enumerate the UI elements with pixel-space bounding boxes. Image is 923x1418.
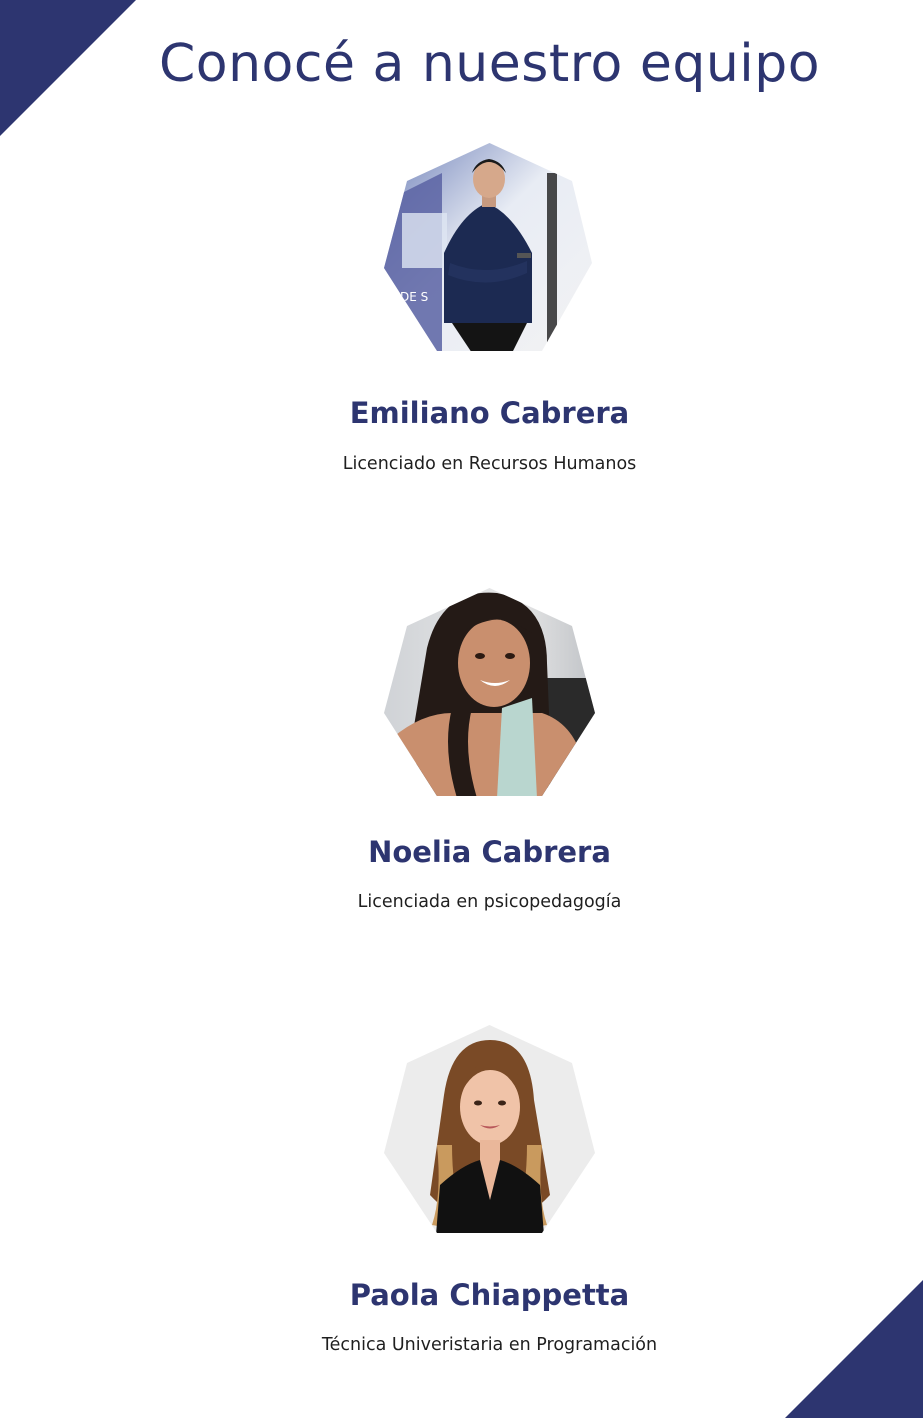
- team-member-card: Paola Chiappetta Técnica Univeristaria e…: [0, 1025, 923, 1385]
- team-member-photo: [382, 1025, 597, 1235]
- team-member-name: Noelia Cabrera: [368, 835, 611, 869]
- photo-sign-text: DE S: [400, 290, 428, 304]
- team-member-card: DE S Emiliano Cabrera Licenciado en Recu…: [0, 143, 923, 503]
- team-member-photo: DE S: [382, 143, 597, 353]
- team-member-role: Licenciada en psicopedagogía: [357, 892, 622, 912]
- team-member-name: Paola Chiappetta: [349, 1278, 630, 1312]
- team-member-role: Licenciado en Recursos Humanos: [342, 454, 637, 474]
- team-member-name: Emiliano Cabrera: [349, 396, 630, 430]
- page-title: Conocé a nuestro equipo: [158, 34, 821, 94]
- team-member-photo: [382, 588, 597, 798]
- team-member-role: Técnica Univeristaria en Programación: [321, 1335, 658, 1355]
- team-member-card: Noelia Cabrera Licenciada en psicopedago…: [0, 588, 923, 948]
